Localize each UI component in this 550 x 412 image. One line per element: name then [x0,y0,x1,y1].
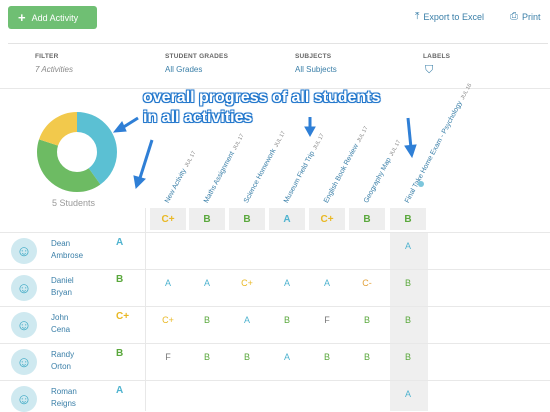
activity-average-grade: B [349,208,385,230]
student-last-name: Ambrose [51,251,84,260]
student-last-name: Orton [51,362,72,371]
grade-cell[interactable]: B [390,278,426,288]
student-avatar[interactable]: ☺ [11,349,37,375]
grade-cell[interactable]: A [390,241,426,251]
grade-cell[interactable]: B [229,352,265,362]
activity-average-grade: C+ [309,208,345,230]
row-divider [0,306,550,307]
student-name[interactable]: Roman Reigns [51,386,77,410]
grade-cell[interactable]: A [269,278,305,288]
activity-average-grade: A [269,208,305,230]
grade-cell[interactable]: B [390,352,426,362]
student-overall-grade: B [116,348,124,359]
student-avatar[interactable]: ☺ [11,312,37,338]
face-icon: ☺ [16,316,32,334]
student-name[interactable]: Daniel Bryan [51,275,74,299]
activity-average-grade: B [390,208,426,230]
grade-cell[interactable]: B [349,352,385,362]
face-icon: ☺ [16,242,32,260]
grade-cell[interactable]: F [309,315,345,325]
student-last-name: Bryan [51,288,72,297]
student-last-name: Reigns [51,399,76,408]
student-first-name: Dean [51,239,71,248]
row-divider [0,343,550,344]
student-first-name: Randy [51,350,75,359]
grade-cell[interactable]: C+ [150,315,186,325]
face-icon: ☺ [16,279,32,297]
student-name[interactable]: John Cena [51,312,70,336]
student-name[interactable]: Dean Ambrose [51,238,83,262]
grade-cell[interactable]: A [150,278,186,288]
grade-cell[interactable]: B [269,315,305,325]
grade-cell[interactable]: A [309,278,345,288]
grade-cell[interactable]: B [390,315,426,325]
student-overall-grade: A [116,237,124,248]
activity-average-grade: C+ [150,208,186,230]
student-name[interactable]: Randy Orton [51,349,74,373]
activity-average-grade: B [229,208,265,230]
activity-average-grade: B [189,208,225,230]
grade-cell[interactable]: F [150,352,186,362]
face-icon: ☺ [16,390,32,408]
student-overall-grade: C+ [116,311,130,322]
grade-cell[interactable]: C+ [229,278,265,288]
arrow-to-students [138,139,154,179]
row-divider [0,380,550,381]
face-icon: ☺ [16,353,32,371]
grade-cell[interactable]: A [269,352,305,362]
student-avatar[interactable]: ☺ [11,386,37,412]
grade-cell[interactable]: A [229,315,265,325]
grade-cell[interactable]: B [309,352,345,362]
grade-cell[interactable]: A [189,278,225,288]
info-dot[interactable] [418,181,424,187]
annotation-arrows [112,116,417,190]
arrow-to-final-exam [406,117,413,149]
student-first-name: John [51,313,69,322]
student-first-name: Roman [51,387,77,396]
grade-cell[interactable]: A [390,389,426,399]
grade-cell[interactable]: B [189,315,225,325]
grade-cell[interactable]: C- [349,278,385,288]
student-avatar[interactable]: ☺ [11,275,37,301]
grade-cell[interactable]: B [349,315,385,325]
student-first-name: Daniel [51,276,74,285]
student-overall-grade: A [116,385,124,396]
student-last-name: Cena [51,325,71,334]
row-divider [0,269,550,270]
student-overall-grade: B [116,274,124,285]
grade-cell[interactable]: B [189,352,225,362]
row-divider [0,232,550,233]
student-avatar[interactable]: ☺ [11,238,37,264]
